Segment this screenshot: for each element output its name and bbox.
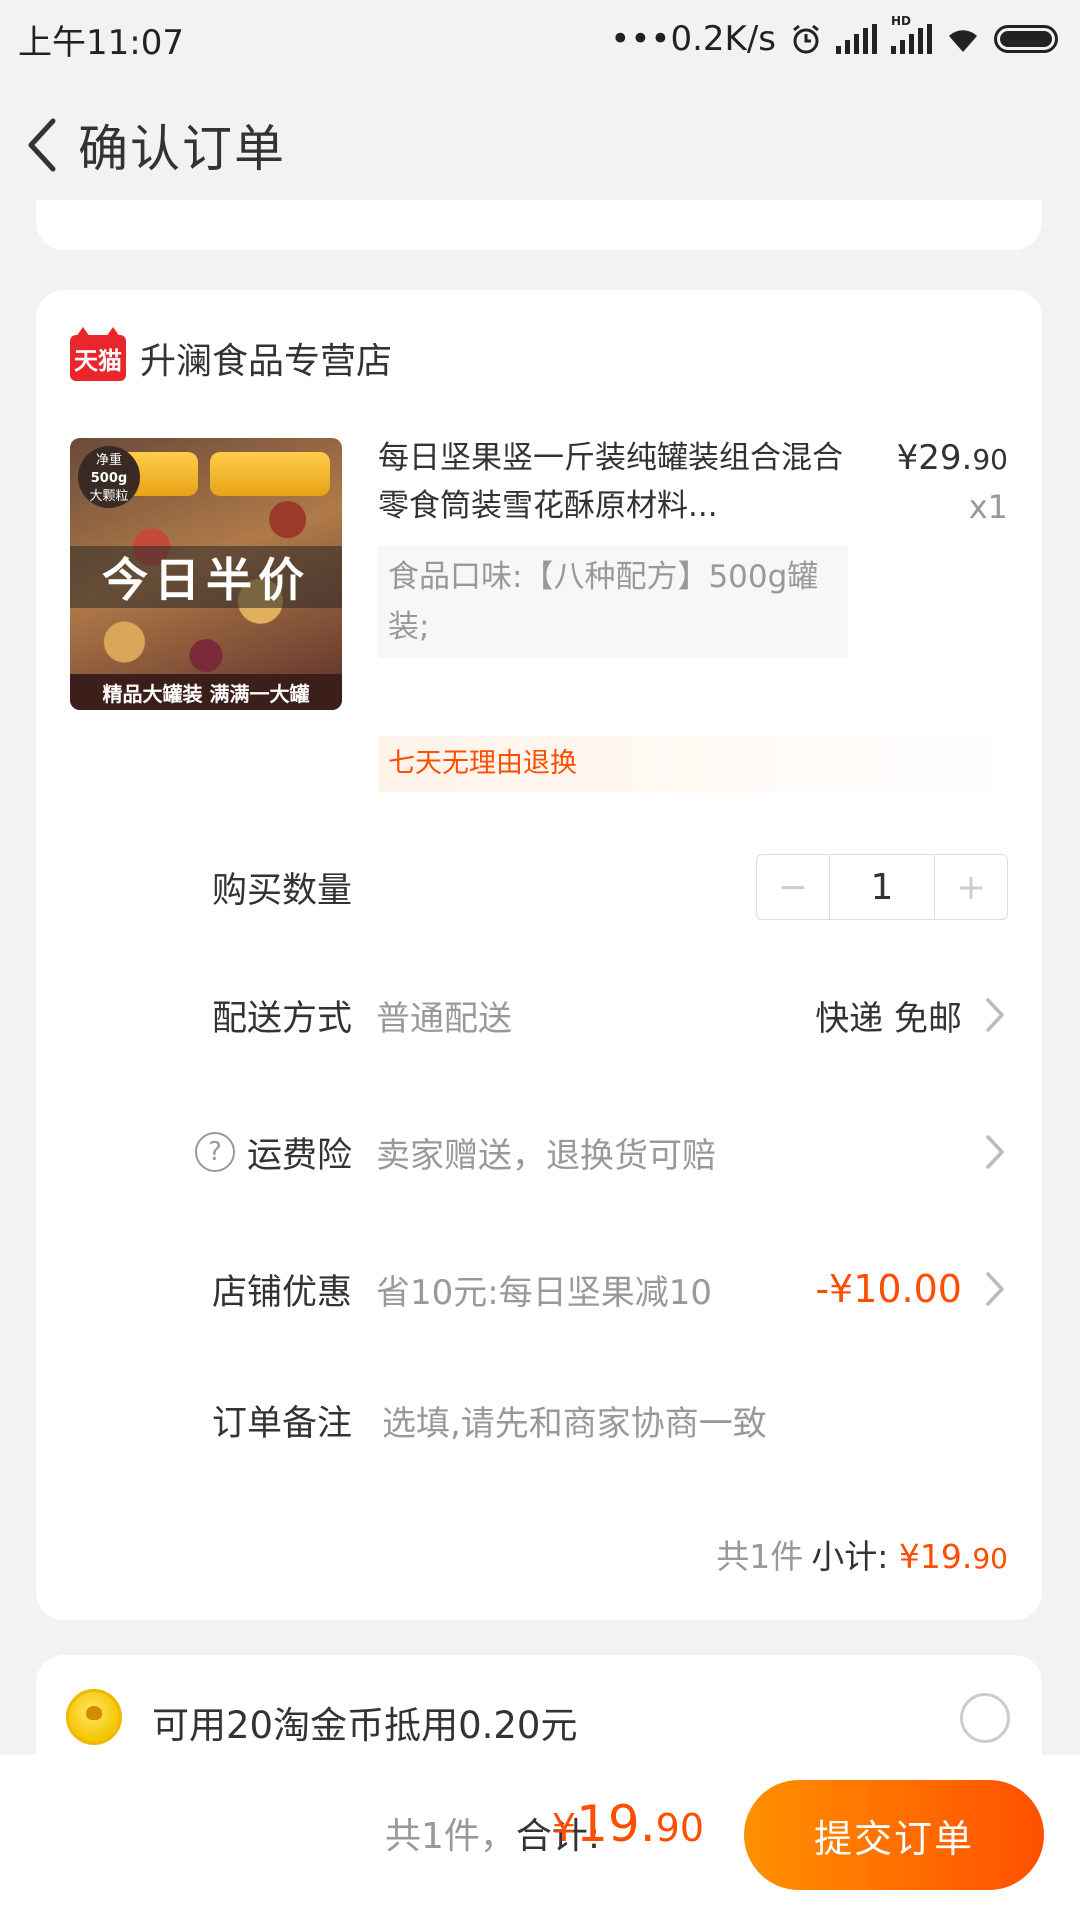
delivery-value: 普通配送 (376, 998, 512, 1039)
jar-lid (210, 452, 330, 496)
coin-icon (66, 1689, 122, 1745)
shop-discount-row[interactable]: 店铺优惠 省10元:每日坚果减10 -¥10.00 (36, 1244, 1042, 1334)
product-title[interactable]: 每日坚果竖一斤装纯罐装组合混合零食筒装雪花酥原材料... (378, 434, 852, 530)
product-quantity: x1 (968, 488, 1008, 526)
subtotal: 共1件 小计: ¥19.90 (716, 1530, 1008, 1578)
alarm-icon (793, 24, 819, 54)
submit-order-button[interactable]: 提交订单 (744, 1780, 1044, 1890)
taojinbi-radio[interactable] (960, 1693, 1010, 1743)
signal-icon (836, 24, 877, 54)
delivery-row[interactable]: 配送方式 普通配送 快递 免邮 (36, 970, 1042, 1060)
order-note-row: 订单备注 选填,请先和商家协商一致 (36, 1375, 1042, 1465)
product-price: ¥29.90 (896, 438, 1008, 478)
status-time: 上午11:07 (18, 22, 184, 63)
net-speed: •••0.2K/s (610, 19, 776, 59)
shop-name: 升澜食品专营店 (140, 341, 393, 382)
quantity-value[interactable]: 1 (829, 855, 935, 919)
product-image[interactable]: 净重 500g 大颗粒 今日半价 精品大罐装 满满一大罐 (70, 438, 342, 710)
chevron-right-icon (984, 1133, 1006, 1171)
taojinbi-text: 可用20淘金币抵用0.20元 (152, 1704, 578, 1747)
image-caption: 精品大罐装 满满一大罐 (70, 674, 342, 710)
wifi-icon (949, 30, 977, 52)
nav-header: 确认订单 (0, 80, 1080, 210)
page-title: 确认订单 (78, 120, 286, 178)
back-button[interactable] (6, 80, 76, 210)
weight-badge: 净重 500g 大颗粒 (78, 446, 140, 508)
shipping-insurance-row[interactable]: ? 运费险 卖家赠送，退换货可赔 (36, 1107, 1042, 1197)
chevron-right-icon (984, 1270, 1006, 1308)
shipping-insurance-label: ? 运费险 (194, 1127, 352, 1178)
status-icons: •••0.2K/s HD (610, 14, 1058, 59)
order-note-input[interactable]: 选填,请先和商家协商一致 (382, 1396, 767, 1445)
order-note-label: 订单备注 (211, 1403, 352, 1444)
shipping-insurance-value: 卖家赠送，退换货可赔 (376, 1135, 716, 1176)
return-policy-tag: 七天无理由退换 (388, 748, 577, 779)
subtotal-label: 小计: (811, 1537, 889, 1576)
status-bar: 上午11:07 •••0.2K/s HD (0, 0, 1080, 78)
checkout-bar: 共1件，合计: ¥19.90 提交订单 (0, 1755, 1080, 1920)
quantity-stepper: − 1 + (756, 854, 1008, 920)
subtotal-count: 共1件 (716, 1537, 804, 1576)
order-card: 天猫 升澜食品专营店 净重 500g 大颗粒 今日半价 精品大罐装 满满一大罐 … (36, 290, 1042, 1620)
help-icon[interactable]: ? (194, 1132, 235, 1172)
sku-info: 食品口味:【八种配方】500g罐装; (378, 546, 848, 658)
shop-discount-value: 省10元:每日坚果减10 (376, 1272, 712, 1313)
chevron-right-icon (984, 996, 1006, 1034)
decrement-button[interactable]: − (757, 855, 829, 919)
tmall-logo: 天猫 (70, 327, 126, 381)
total-count: 共1件， (384, 1816, 516, 1857)
return-policy-row: 七天无理由退换 (378, 736, 1014, 792)
quantity-row: 购买数量 − 1 + (36, 842, 1042, 932)
battery-icon (994, 25, 1058, 53)
shop-row[interactable]: 天猫 升澜食品专营店 (70, 327, 393, 384)
delivery-method: 快递 免邮 (815, 998, 962, 1039)
total-amount: ¥19.90 (551, 1795, 704, 1853)
address-card[interactable] (36, 200, 1042, 250)
quantity-label: 购买数量 (211, 870, 352, 911)
shop-discount-label: 店铺优惠 (211, 1272, 352, 1313)
increment-button[interactable]: + (935, 855, 1007, 919)
subtotal-amount: ¥19.90 (898, 1537, 1008, 1576)
chevron-left-icon (28, 118, 56, 172)
shop-discount-amount: -¥10.00 (815, 1267, 962, 1311)
signal-hd-icon: HD (891, 14, 932, 54)
delivery-label: 配送方式 (211, 998, 352, 1039)
promo-banner: 今日半价 (70, 546, 342, 608)
